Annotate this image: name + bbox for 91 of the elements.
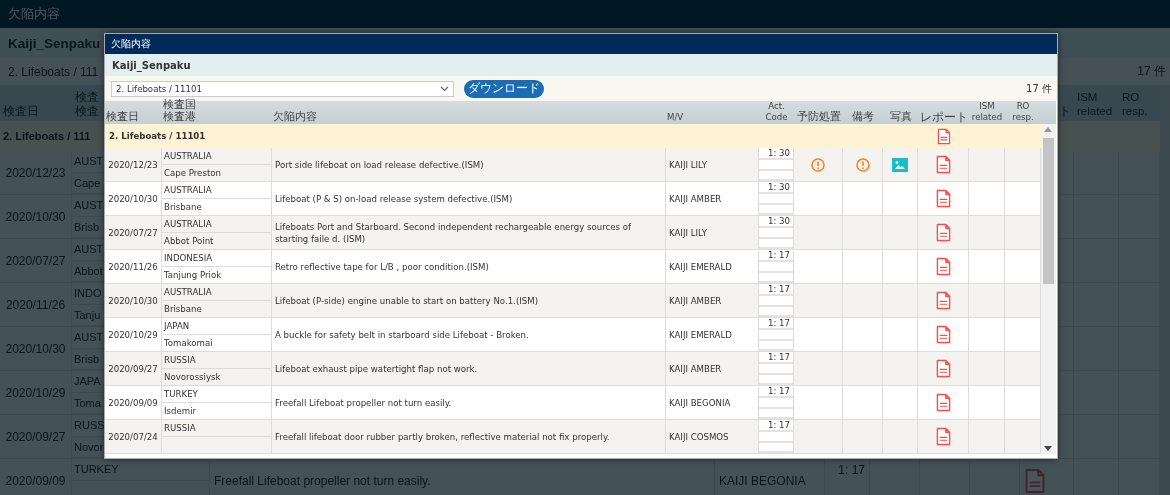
defect-cell: Lifeboat (P & S) on-load release system defective.(ISM) bbox=[272, 182, 666, 216]
country-cell: AUSTRALIA bbox=[162, 284, 271, 301]
country-cell: INDONESIA bbox=[162, 250, 271, 267]
act-code-cell: 1: 17 bbox=[759, 250, 793, 262]
country-cell: AUSTRALIA bbox=[162, 182, 271, 199]
column-header: 写真 bbox=[883, 101, 918, 124]
defect-cell: A buckle for safety belt in starboard side Lifeboat - Broken. bbox=[272, 318, 666, 352]
port-cell-text: Brisbane bbox=[163, 303, 203, 316]
table-cell bbox=[1005, 216, 1041, 250]
act-code-cell: 1: 17 bbox=[759, 284, 793, 296]
alert-icon[interactable] bbox=[811, 157, 825, 172]
table-cell bbox=[1005, 386, 1041, 420]
filter-select[interactable]: 2. Lifeboats / 11101 bbox=[111, 80, 454, 97]
date-cell: 2020/09/09 bbox=[105, 386, 162, 420]
document-icon[interactable] bbox=[935, 257, 951, 276]
defect-cell: Freefall lifeboat door rubber partly broken, reflective material not fix properly. bbox=[272, 420, 666, 454]
document-icon[interactable] bbox=[936, 127, 951, 145]
table-cell bbox=[1005, 250, 1041, 284]
act-code-cell: 1: 30 bbox=[759, 216, 793, 228]
defect-cell: Lifeboat (P-side) engine unable to start on battery No.1.(ISM) bbox=[272, 284, 666, 318]
date-cell: 2020/10/30 bbox=[105, 182, 162, 216]
date-cell: 2020/10/30 bbox=[105, 284, 162, 318]
act-code-cell: 1: 30 bbox=[759, 182, 793, 194]
document-icon[interactable] bbox=[935, 393, 951, 412]
dialog-title: 欠陥内容 bbox=[105, 34, 1057, 54]
date-cell: 2020/10/29 bbox=[105, 318, 162, 352]
port-cell-text: Brisbane bbox=[163, 201, 203, 214]
table-cell bbox=[1005, 352, 1041, 386]
document-icon[interactable] bbox=[935, 359, 951, 378]
table-cell bbox=[1005, 148, 1041, 182]
document-icon[interactable] bbox=[935, 189, 951, 208]
table-cell bbox=[1005, 420, 1041, 454]
document-icon[interactable] bbox=[935, 155, 951, 174]
date-cell: 2020/12/23 bbox=[105, 148, 162, 182]
vessel-cell: KAIJI EMERALD bbox=[666, 250, 759, 284]
act-code-cell: 1: 17 bbox=[759, 352, 793, 364]
date-cell: 2020/07/24 bbox=[105, 420, 162, 454]
document-icon[interactable] bbox=[935, 427, 951, 446]
country-cell: AUSTRALIA bbox=[162, 216, 271, 233]
column-header: 欠陥内容 bbox=[272, 101, 666, 124]
vessel-cell: KAIJI LILY bbox=[666, 148, 759, 182]
act-code-cell: 1: 30 bbox=[759, 148, 793, 160]
vessel-cell: KAIJI BEGONIA bbox=[666, 386, 759, 420]
column-header: M/V bbox=[666, 101, 759, 124]
column-header: Act. Code bbox=[759, 101, 794, 124]
column-header: 備考 bbox=[843, 101, 883, 124]
date-cell: 2020/09/27 bbox=[105, 352, 162, 386]
column-header: 予防処置 bbox=[794, 101, 843, 124]
image-icon[interactable] bbox=[892, 157, 908, 172]
table-cell bbox=[1005, 318, 1041, 352]
country-cell: TURKEY bbox=[162, 386, 271, 403]
table-cell bbox=[1005, 182, 1041, 216]
alert-icon[interactable] bbox=[855, 157, 870, 172]
vessel-cell: KAIJI AMBER bbox=[666, 284, 759, 318]
document-icon[interactable] bbox=[935, 325, 951, 344]
date-cell: 2020/11/26 bbox=[105, 250, 162, 284]
defect-cell: Port side lifeboat on load release defective.(ISM) bbox=[272, 148, 666, 182]
vessel-cell: KAIJI AMBER bbox=[666, 182, 759, 216]
act-code-cell: 1: 17 bbox=[759, 420, 793, 432]
header-cell bbox=[1041, 101, 1056, 124]
download-button[interactable]: ダウンロード bbox=[464, 79, 544, 98]
group-label: 2. Lifeboats / 11101 bbox=[105, 124, 918, 148]
date-cell: 2020/07/27 bbox=[105, 216, 162, 250]
defect-cell: Freefall Lifeboat propeller not turn easily. bbox=[272, 386, 666, 420]
country-cell: RUSSIA bbox=[162, 352, 271, 369]
column-header: 検査国 検査港 bbox=[162, 101, 272, 124]
vessel-cell: KAIJI EMERALD bbox=[666, 318, 759, 352]
document-icon[interactable] bbox=[935, 291, 951, 310]
vessel-cell: KAIJI COSMOS bbox=[666, 420, 759, 454]
defect-cell: Retro reflective tape for L/B , poor condition.(ISM) bbox=[272, 250, 666, 284]
document-icon[interactable] bbox=[935, 223, 951, 242]
company-name: Kaiji_Senpaku bbox=[105, 54, 1057, 76]
defect-cell: Lifeboat exhaust pipe watertight flap not work. bbox=[272, 352, 666, 386]
defect-cell: Lifeboats Port and Starboard. Second independent rechargeable energy sources of starting faile d. (ISM) bbox=[272, 216, 666, 250]
scroll-down-icon[interactable] bbox=[1044, 446, 1052, 451]
act-code-cell: 1: 17 bbox=[759, 386, 793, 398]
act-code-cell: 1: 17 bbox=[759, 318, 793, 330]
country-cell: RUSSIA bbox=[162, 420, 271, 437]
vessel-cell: KAIJI AMBER bbox=[666, 352, 759, 386]
country-cell: JAPAN bbox=[162, 318, 271, 335]
chevron-down-icon bbox=[440, 85, 449, 92]
scroll-up-icon[interactable] bbox=[1044, 127, 1052, 132]
column-header: ISM related bbox=[969, 101, 1005, 124]
column-header: 検査日 bbox=[105, 101, 162, 124]
vessel-cell: KAIJI LILY bbox=[666, 216, 759, 250]
column-header: レポート bbox=[918, 101, 969, 124]
scrollbar[interactable] bbox=[1041, 124, 1056, 454]
country-cell: AUSTRALIA bbox=[162, 148, 271, 165]
table-cell bbox=[1005, 284, 1041, 318]
scrollbar-thumb[interactable] bbox=[1043, 138, 1054, 284]
column-header: RO resp. bbox=[1005, 101, 1041, 124]
